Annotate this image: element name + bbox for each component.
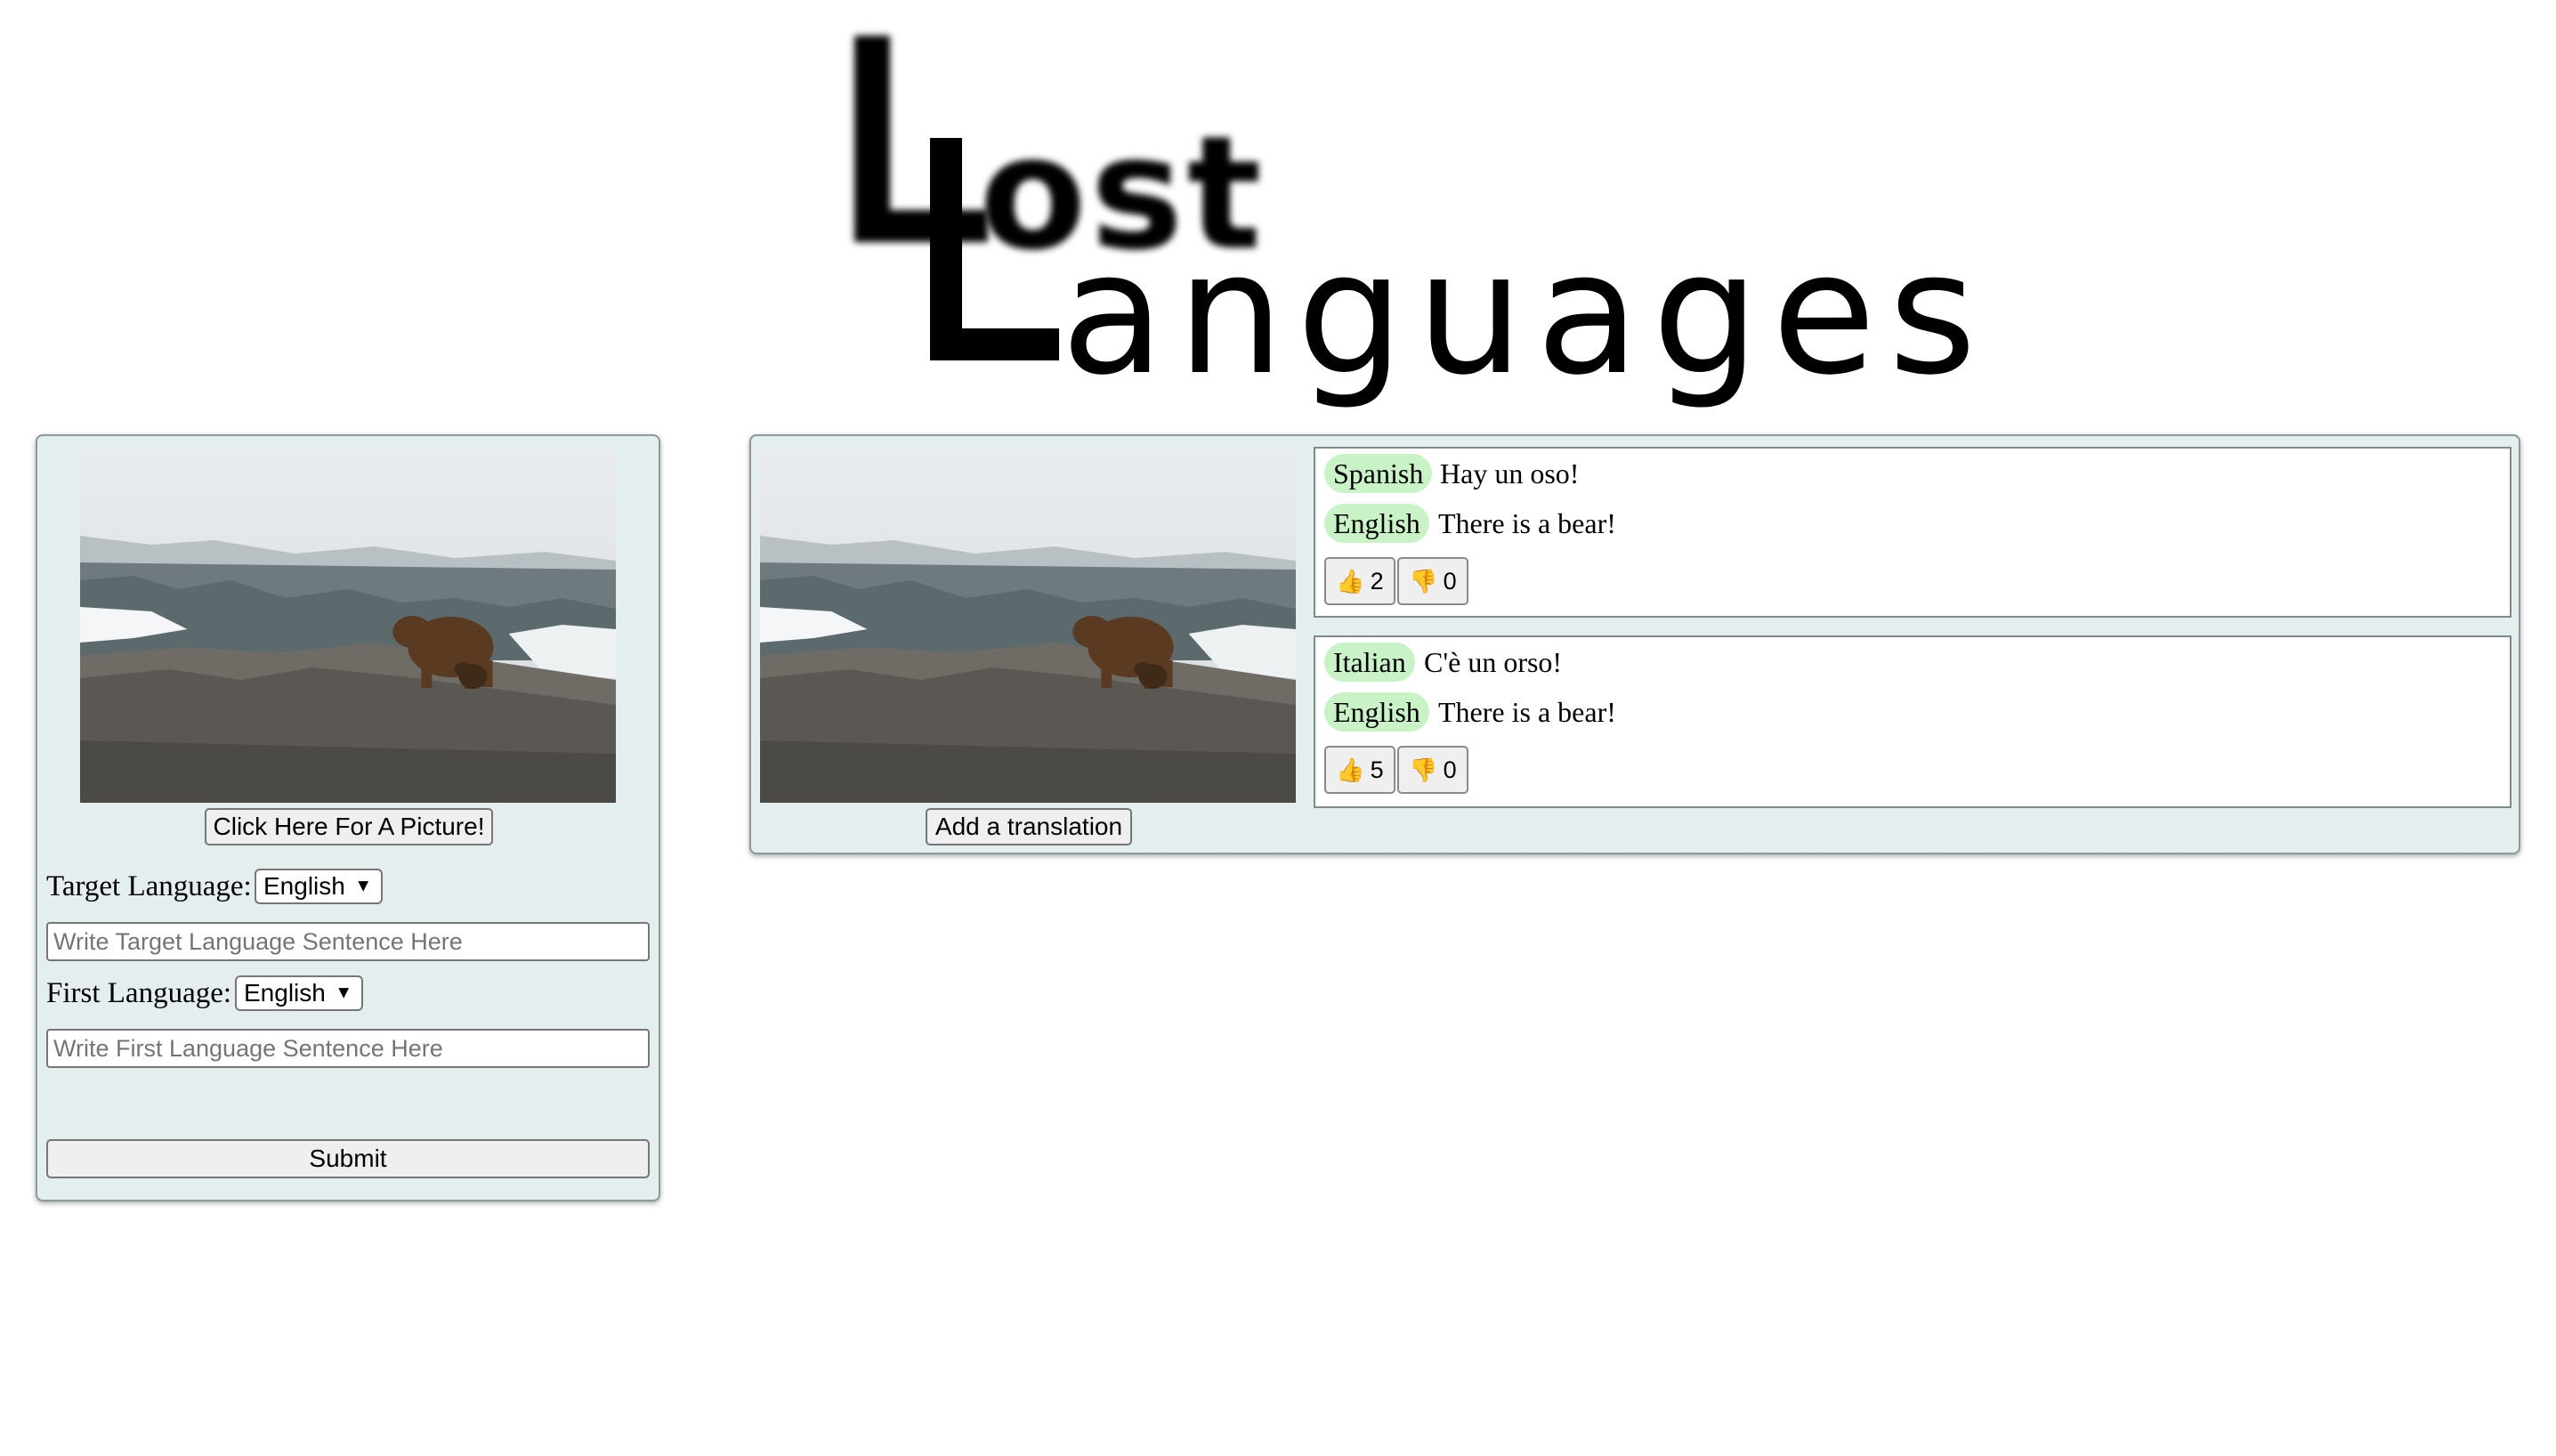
english-sentence: There is a bear! [1438,507,1616,539]
translations-panel: Add a translation Spanish Hay un oso! En… [749,434,2520,854]
translation-card: Italian C'è un orso! English There is a … [1314,635,2512,808]
english-sentence: There is a bear! [1438,696,1616,728]
target-language-label: Target Language: [46,870,252,902]
upvote-count: 5 [1370,756,1384,783]
submit-button[interactable]: Submit [46,1139,650,1178]
first-sentence-input[interactable] [46,1029,650,1068]
language-tag: English [1324,692,1429,732]
logo-word-languages: anguages [1061,215,1989,412]
thumbs-up-icon: 👍 [1336,568,1365,595]
downvote-count: 0 [1443,756,1457,783]
chevron-down-icon: ▼ [335,983,352,1003]
target-sentence-input[interactable] [46,922,650,961]
language-tag: Italian [1324,643,1415,682]
thumbs-down-icon: 👎 [1409,568,1438,595]
target-sentence: C'è un orso! [1424,646,1563,678]
upvote-count: 2 [1370,567,1384,595]
target-language-select[interactable]: English ▼ [255,869,383,904]
target-language-value: English [263,872,345,900]
target-sentence: Hay un oso! [1440,457,1580,489]
get-picture-button[interactable]: Click Here For A Picture! [205,808,493,845]
first-language-label: First Language: [46,977,232,1009]
thumbs-up-icon: 👍 [1336,756,1365,783]
first-language-select[interactable]: English ▼ [235,975,363,1011]
upvote-button[interactable]: 👍 2 [1324,557,1395,605]
bear-photo [760,447,1296,803]
first-language-value: English [244,979,326,1007]
language-tag: Spanish [1324,454,1433,493]
language-tag: English [1324,504,1429,543]
submission-panel: Click Here For A Picture! Target Languag… [36,434,660,1201]
thumbs-down-icon: 👎 [1409,756,1438,783]
site-logo: ost anguages [837,36,1977,409]
downvote-count: 0 [1443,567,1457,595]
chevron-down-icon: ▼ [354,876,372,896]
translation-card: Spanish Hay un oso! English There is a b… [1314,447,2512,618]
add-translation-button[interactable]: Add a translation [926,808,1132,845]
downvote-button[interactable]: 👎 0 [1397,557,1468,605]
logo-sharp-l [930,138,1072,369]
bear-photo [80,447,616,803]
upvote-button[interactable]: 👍 5 [1324,746,1395,794]
downvote-button[interactable]: 👎 0 [1397,746,1468,794]
